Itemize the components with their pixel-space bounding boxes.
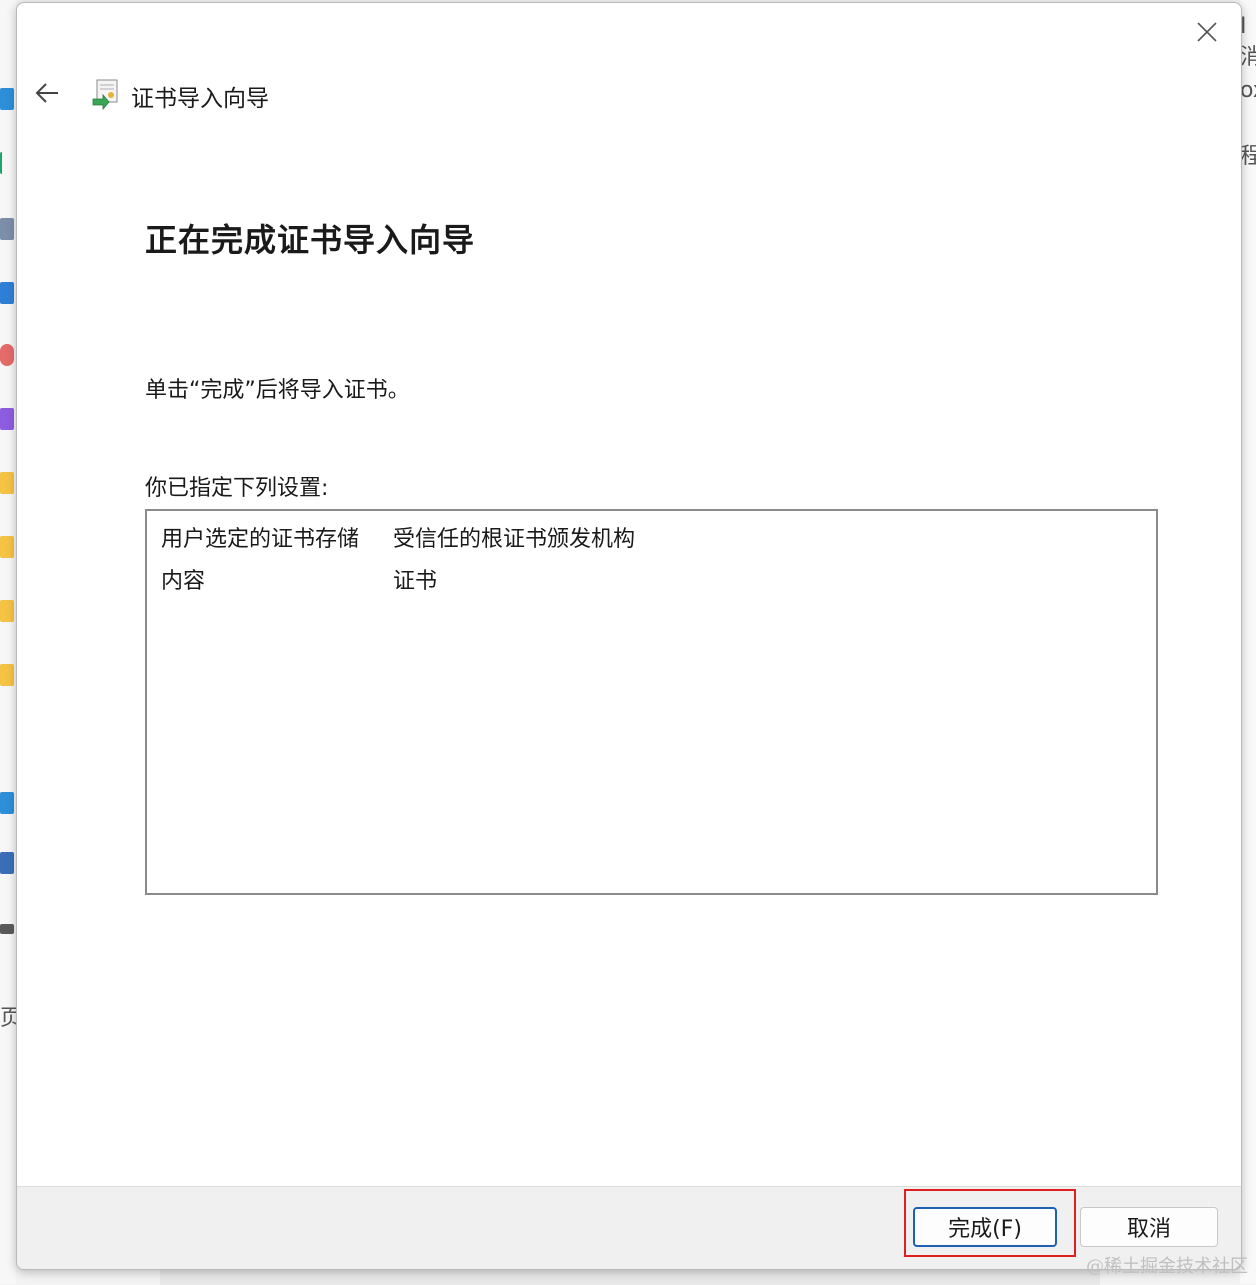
document-icon: [0, 218, 14, 240]
setting-value: 受信任的根证书颁发机构: [393, 527, 636, 552]
computer-icon: [0, 792, 14, 814]
setting-key: 内容: [161, 569, 206, 594]
close-icon: [1197, 22, 1217, 42]
music-icon: [0, 344, 14, 366]
watermark: @稀土掘金技术社区: [1086, 1256, 1248, 1277]
certificate-wizard-icon: [92, 79, 118, 111]
back-arrow-icon: [35, 83, 58, 103]
background-window-right: I 消 ox 程: [1240, 0, 1256, 1284]
highlight-box: [904, 1189, 1076, 1257]
folder-icon: [0, 536, 14, 558]
instruction-text: 单击“完成”后将导入证书。: [145, 378, 410, 403]
settings-list[interactable]: 用户选定的证书存储 受信任的根证书颁发机构 内容 证书: [145, 509, 1158, 895]
background-text: I 消: [1240, 14, 1256, 70]
folder-icon: [0, 664, 14, 686]
certificate-import-dialog: 证书导入向导 正在完成证书导入向导 单击“完成”后将导入证书。 你已指定下列设置…: [16, 2, 1242, 1270]
drive-icon: [0, 924, 14, 934]
wizard-title: 证书导入向导: [131, 86, 269, 112]
background-text: 程: [1240, 144, 1256, 169]
settings-label: 你已指定下列设置:: [145, 476, 329, 501]
video-icon: [0, 408, 14, 430]
folder-icon: [0, 472, 14, 494]
background-taskbar-strip: [160, 1268, 1100, 1285]
back-button[interactable]: [29, 75, 65, 111]
background-text: ox: [1240, 78, 1256, 103]
list-item: 内容 证书: [161, 563, 437, 595]
list-item: 用户选定的证书存储 受信任的根证书颁发机构: [161, 521, 635, 553]
background-window-left: 页: [0, 0, 22, 1284]
app-icon: [0, 88, 14, 110]
close-button[interactable]: [1187, 15, 1227, 49]
network-icon: [0, 852, 14, 874]
setting-value: 证书: [393, 569, 438, 594]
folder-icon: [0, 600, 14, 622]
cancel-button[interactable]: 取消: [1080, 1207, 1218, 1247]
picture-icon: [0, 282, 14, 304]
download-icon: [0, 152, 16, 174]
setting-key: 用户选定的证书存储: [161, 527, 360, 552]
page-heading: 正在完成证书导入向导: [145, 221, 476, 259]
